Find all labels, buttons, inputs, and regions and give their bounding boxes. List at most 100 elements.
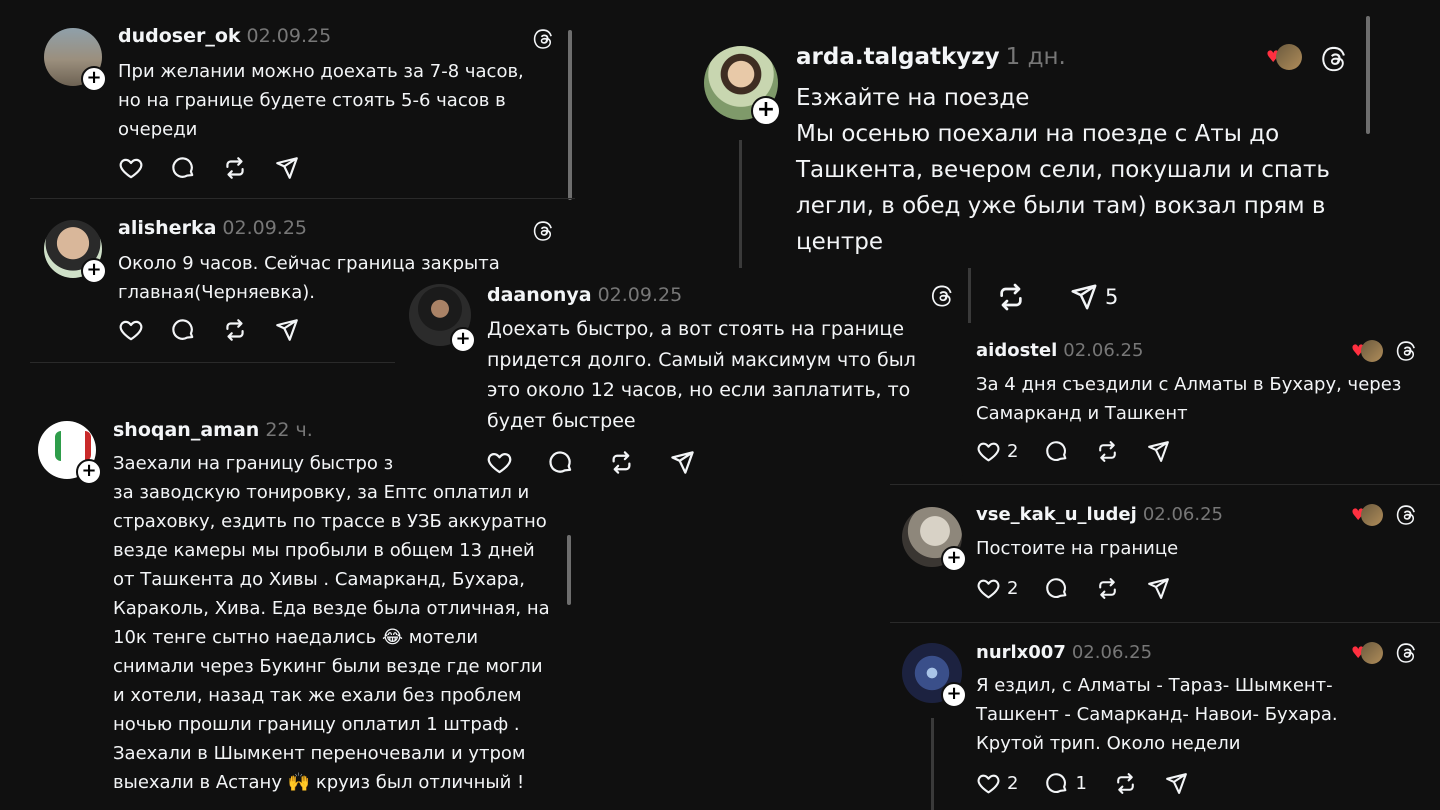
liked-by-author: ♥ <box>1266 44 1303 70</box>
follow-plus-icon[interactable]: + <box>76 459 102 485</box>
comment-icon <box>1044 576 1069 601</box>
heart-icon <box>976 771 1001 796</box>
repost-button[interactable] <box>1095 576 1120 601</box>
username[interactable]: nurlx007 02.06.25 <box>976 642 1152 663</box>
scrollbar[interactable] <box>1366 16 1370 134</box>
like-button[interactable] <box>486 449 513 476</box>
like-button[interactable]: 2 <box>976 439 1018 464</box>
liked-by-author: ♥ <box>1351 340 1384 362</box>
like-button[interactable] <box>118 155 144 181</box>
share-button[interactable]: 5 <box>1069 282 1118 312</box>
liked-by-author: ♥ <box>1351 504 1384 526</box>
post-date: 02.06.25 <box>1142 504 1223 525</box>
author-avatar <box>1361 340 1384 362</box>
post-dudoser-ok: + dudoser_ok 02.09.25 При желании можно д… <box>30 15 575 200</box>
post-date: 02.09.25 <box>222 217 308 239</box>
action-bar <box>486 449 722 476</box>
threads-logo-icon[interactable] <box>1395 339 1419 363</box>
share-icon <box>669 449 696 476</box>
like-count: 2 <box>1007 773 1019 794</box>
author-avatar <box>1361 642 1384 664</box>
share-icon <box>274 155 300 181</box>
thread-line <box>739 140 742 268</box>
scrollbar[interactable] <box>568 30 572 200</box>
repost-button[interactable] <box>222 317 248 343</box>
follow-plus-icon[interactable]: + <box>941 546 967 572</box>
follow-plus-icon[interactable]: + <box>751 96 781 126</box>
reply-button[interactable] <box>1044 576 1069 601</box>
share-icon <box>1164 771 1189 796</box>
like-button[interactable]: 2 <box>976 771 1018 796</box>
repost-icon <box>995 281 1027 313</box>
username[interactable]: alisherka 02.09.25 <box>118 217 307 239</box>
action-bar-arda: 5 <box>995 281 1144 313</box>
like-button[interactable] <box>118 317 144 343</box>
scrollbar[interactable] <box>567 535 571 605</box>
threads-logo-icon[interactable] <box>930 283 956 309</box>
username[interactable]: shoqan_aman 22 ч. <box>113 419 313 441</box>
repost-icon <box>1113 771 1138 796</box>
reply-button[interactable] <box>547 449 574 476</box>
share-button[interactable] <box>274 317 300 343</box>
like-count: 2 <box>1007 578 1019 599</box>
liked-by-author: ♥ <box>1351 642 1384 664</box>
repost-icon <box>222 317 248 343</box>
threads-logo-icon[interactable] <box>1395 503 1419 527</box>
post-daanonya: + daanonya 02.09.25 Доехать быстро, а вот… <box>395 272 963 484</box>
share-icon <box>1146 576 1171 601</box>
follow-plus-icon[interactable]: + <box>81 66 107 92</box>
post-date: 02.09.25 <box>246 25 332 47</box>
share-button[interactable] <box>1146 439 1171 464</box>
comment-icon <box>170 317 196 343</box>
reply-button[interactable] <box>1044 439 1069 464</box>
repost-button[interactable] <box>222 155 248 181</box>
threads-logo-icon[interactable] <box>532 219 556 243</box>
post-nurlx007: + nurlx007 02.06.25 ♥ Я ездил, с Алматы -… <box>890 628 1440 810</box>
follow-plus-icon[interactable]: + <box>941 682 967 708</box>
threads-logo-icon[interactable] <box>1395 641 1419 665</box>
like-button[interactable]: 2 <box>976 576 1018 601</box>
repost-icon <box>222 155 248 181</box>
post-text: Доехать быстро, а вот стоять на границе … <box>487 318 916 432</box>
username[interactable]: dudoser_ok 02.09.25 <box>118 25 331 47</box>
share-count: 5 <box>1105 285 1119 309</box>
post-text: Я ездил, с Алматы - Тараз- Шымкент- Ташк… <box>976 675 1338 754</box>
share-icon <box>1146 439 1171 464</box>
repost-button[interactable] <box>1095 439 1120 464</box>
repost-icon <box>1095 439 1120 464</box>
shoqan-logo-icon <box>55 431 91 461</box>
share-button[interactable] <box>1164 771 1189 796</box>
heart-icon <box>976 576 1001 601</box>
action-bar: 2 <box>976 439 1197 464</box>
divider <box>890 484 1440 485</box>
username[interactable]: vse_kak_u_ludej 02.06.25 <box>976 504 1223 525</box>
share-button[interactable] <box>669 449 696 476</box>
follow-plus-icon[interactable]: + <box>450 327 476 353</box>
reply-button[interactable] <box>170 155 196 181</box>
repost-button[interactable] <box>608 449 635 476</box>
share-button[interactable] <box>274 155 300 181</box>
author-avatar <box>1361 504 1384 526</box>
action-bar: 2 1 <box>976 771 1215 796</box>
post-text: Заехали на границу быстро з за заводскую… <box>113 453 550 793</box>
comment-icon <box>1044 439 1069 464</box>
comment-icon <box>170 155 196 181</box>
follow-plus-icon[interactable]: + <box>81 258 107 284</box>
share-icon <box>274 317 300 343</box>
post-date: 02.06.25 <box>1063 340 1144 361</box>
share-button[interactable] <box>1146 576 1171 601</box>
username[interactable]: aidostel 02.06.25 <box>976 340 1143 361</box>
repost-button[interactable] <box>1113 771 1138 796</box>
username[interactable]: daanonya 02.09.25 <box>487 284 682 306</box>
repost-button[interactable] <box>995 281 1027 313</box>
heart-icon <box>118 317 144 343</box>
like-count: 2 <box>1007 441 1019 462</box>
username[interactable]: arda.talgatkyzy 1 дн. <box>796 44 1066 70</box>
action-bar: 2 <box>976 576 1197 601</box>
reply-button[interactable]: 1 <box>1044 771 1087 796</box>
reply-button[interactable] <box>170 317 196 343</box>
post-text: Езжайте на поезде Мы осенью поехали на п… <box>796 85 1330 255</box>
heart-icon <box>486 449 513 476</box>
threads-logo-icon[interactable] <box>532 27 556 51</box>
threads-logo-icon[interactable] <box>1320 44 1350 74</box>
